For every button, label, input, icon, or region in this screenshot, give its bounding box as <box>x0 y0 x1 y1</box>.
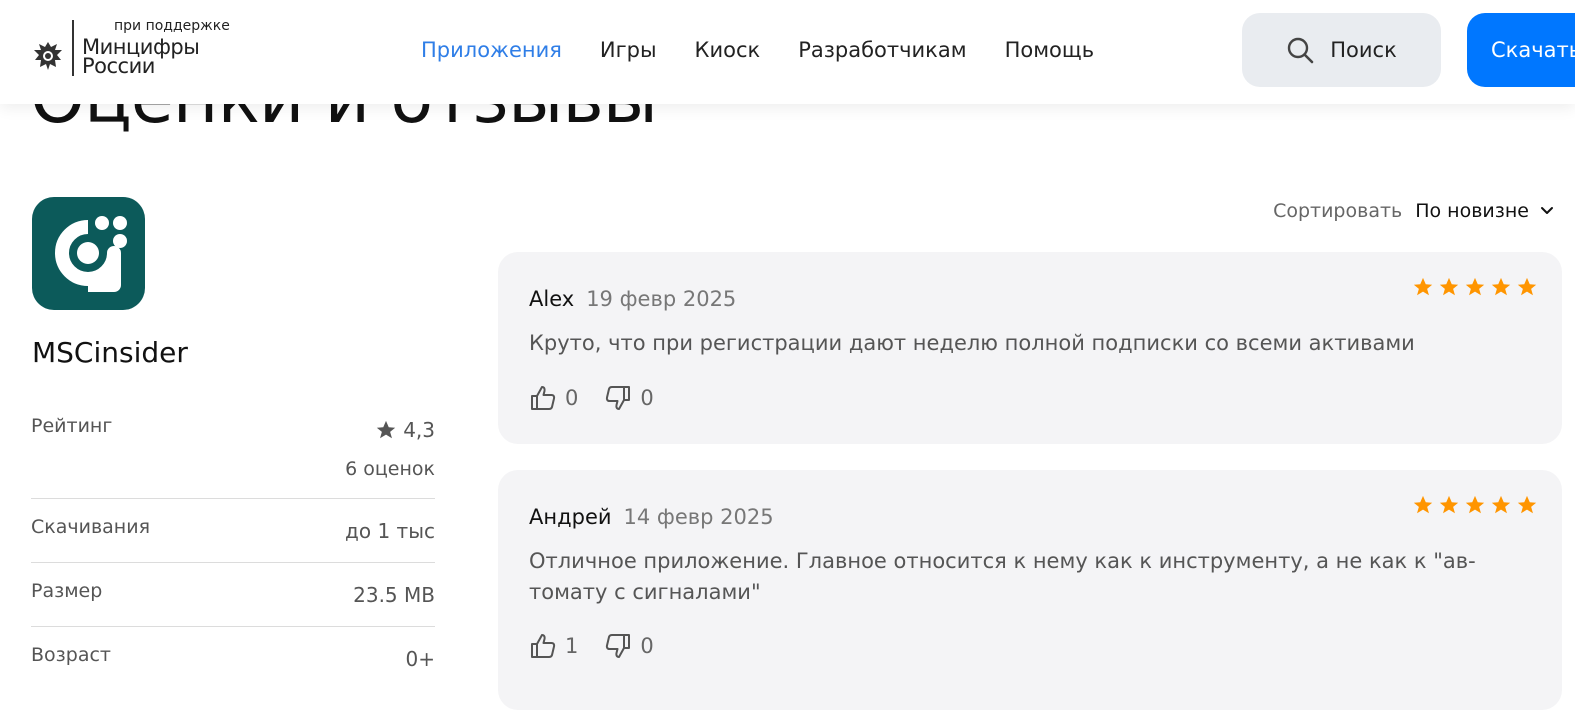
dislike-button[interactable]: 0 <box>604 384 654 412</box>
star-icon <box>1413 495 1433 514</box>
top-header: при поддержке Минцифры России Приложения… <box>0 0 1575 104</box>
like-button[interactable]: 1 <box>529 632 578 660</box>
info-row-rating: Рейтинг 4,3 6 оценок <box>31 412 435 499</box>
info-row-age: Возраст 0+ <box>31 626 435 688</box>
star-icon <box>1491 277 1511 296</box>
review-votes: 1 0 <box>529 632 680 660</box>
review-author: Андрей <box>529 505 612 529</box>
thumbs-down-icon <box>606 386 631 410</box>
info-row-size: Размер 23.5 MB <box>31 562 435 627</box>
rating-count: 6 оценок <box>345 458 435 480</box>
sort-value[interactable]: По новизне <box>1415 200 1529 222</box>
dislike-count: 0 <box>640 634 654 658</box>
nav-item-help[interactable]: Помощь <box>1005 38 1095 62</box>
downloads-label: Скачивания <box>31 516 151 538</box>
app-icon <box>32 197 145 310</box>
age-value: 0+ <box>405 647 435 671</box>
dislike-button[interactable]: 0 <box>604 632 654 660</box>
app-name: MSCinsider <box>32 336 188 369</box>
chevron-down-icon <box>1541 207 1553 214</box>
star-icon <box>377 420 396 439</box>
review-text: Круто, что при регистрации дают неделю п… <box>529 331 1415 355</box>
age-label: Возраст <box>31 644 111 666</box>
rating-label: Рейтинг <box>31 415 113 437</box>
nav-item-apps[interactable]: Приложения <box>421 38 562 62</box>
like-count: 1 <box>565 634 579 658</box>
review-date: 14 февр 2025 <box>623 505 774 529</box>
star-icon <box>1465 277 1485 296</box>
logo-line-2: России <box>82 54 155 78</box>
thumbs-up-icon <box>531 386 556 410</box>
star-icon <box>1517 495 1537 514</box>
review-card: Alex 19 февр 2025 Круто, что при регистр… <box>498 252 1562 444</box>
logo-caption: при поддержке <box>114 18 230 34</box>
sort-control[interactable]: Сортировать По новизне <box>1273 200 1555 222</box>
like-button[interactable]: 0 <box>529 384 578 412</box>
search-label: Поиск <box>1330 38 1397 62</box>
dislike-count: 0 <box>640 386 654 410</box>
search-icon <box>1288 37 1314 64</box>
search-button[interactable]: Поиск <box>1242 13 1441 87</box>
russian-emblem-icon <box>34 42 62 70</box>
review-header: Alex 19 февр 2025 <box>529 287 736 311</box>
review-date: 19 февр 2025 <box>586 287 737 311</box>
review-stars <box>1408 276 1538 298</box>
sort-label: Сортировать <box>1273 200 1403 222</box>
review-header: Андрей 14 февр 2025 <box>529 505 774 529</box>
main-nav: Приложения Игры Киоск Разработчикам Помо… <box>421 38 1132 62</box>
downloads-value: до 1 тыс <box>345 519 435 543</box>
star-icon <box>1517 277 1537 296</box>
info-row-downloads: Скачивания до 1 тыс <box>31 498 435 563</box>
rating-value-wrap: 4,3 <box>375 418 435 442</box>
logo[interactable]: при поддержке Минцифры России <box>30 18 230 78</box>
thumbs-up-icon <box>531 634 556 658</box>
star-icon <box>1465 495 1485 514</box>
star-icon <box>1413 277 1433 296</box>
nav-item-games[interactable]: Игры <box>600 38 657 62</box>
nav-item-developers[interactable]: Разработчикам <box>798 38 966 62</box>
app-logo-icon <box>55 216 127 292</box>
review-votes: 0 0 <box>529 384 680 412</box>
star-icon <box>1439 495 1459 514</box>
rating-value: 4,3 <box>403 418 435 442</box>
size-label: Размер <box>31 580 103 602</box>
review-stars <box>1408 494 1538 516</box>
download-button[interactable]: Скачать <box>1467 13 1575 87</box>
like-count: 0 <box>565 386 579 410</box>
review-card: Андрей 14 февр 2025 Отличное приложение.… <box>498 470 1562 710</box>
thumbs-down-icon <box>606 634 631 658</box>
nav-item-kiosk[interactable]: Киоск <box>695 38 761 62</box>
star-icon <box>1439 277 1459 296</box>
size-value: 23.5 MB <box>353 583 435 607</box>
review-author: Alex <box>529 287 575 311</box>
star-icon <box>1491 495 1511 514</box>
review-text: Отличное приложение. Главное относится к… <box>529 549 1476 604</box>
